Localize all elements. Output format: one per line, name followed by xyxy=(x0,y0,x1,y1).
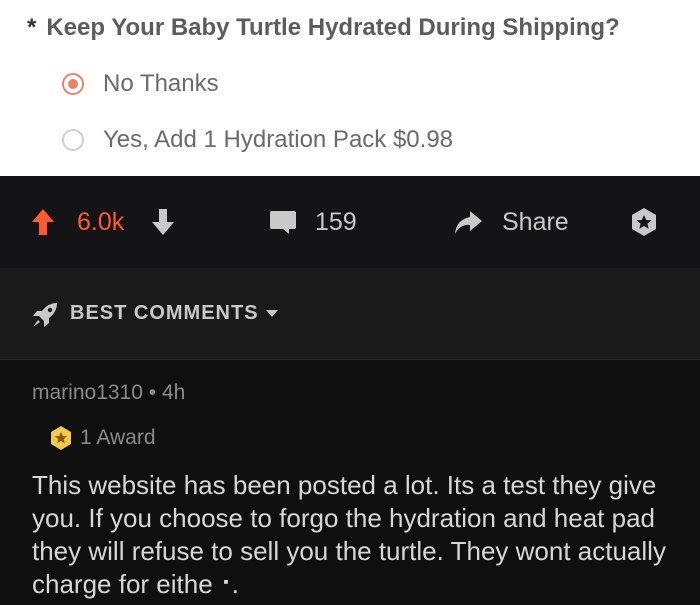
post-action-bar: 6.0k 159 Share xyxy=(0,176,700,268)
downvote-button[interactable] xyxy=(150,204,176,240)
comment-awards[interactable]: 1 Award xyxy=(48,425,156,451)
comment-body: This website has been posted a lot. Its … xyxy=(32,470,666,599)
comments-button[interactable] xyxy=(268,204,298,240)
required-marker: * xyxy=(27,14,37,41)
upvote-button[interactable] xyxy=(30,204,56,240)
radio-selected-icon[interactable] xyxy=(62,73,84,95)
sort-label[interactable]: BEST COMMENTS xyxy=(70,302,259,325)
comment-count: 159 xyxy=(315,208,357,236)
radio-unselected-icon[interactable] xyxy=(62,129,84,151)
share-button[interactable] xyxy=(452,204,484,240)
upvote-arrow-icon xyxy=(32,209,54,235)
option-add-hydration-pack[interactable]: Yes, Add 1 Hydration Pack $0.98 xyxy=(62,126,453,154)
award-badge-icon xyxy=(51,426,71,450)
option-label: Yes, Add 1 Hydration Pack $0.98 xyxy=(103,126,454,153)
downvote-arrow-icon xyxy=(152,209,174,235)
meta-separator: • xyxy=(148,381,157,404)
award-star-icon xyxy=(632,208,656,236)
comment-sort-bar[interactable]: BEST COMMENTS xyxy=(0,268,700,360)
comment-username[interactable]: marino1310 xyxy=(32,381,143,404)
chevron-down-icon xyxy=(266,310,278,317)
comment-age: 4h xyxy=(161,381,186,404)
comment-bubble-icon xyxy=(270,211,296,234)
question-title: * Keep Your Baby Turtle Hydrated During S… xyxy=(27,14,620,42)
question-text: Keep Your Baby Turtle Hydrated During Sh… xyxy=(46,14,620,41)
share-label[interactable]: Share xyxy=(502,204,569,240)
give-award-button[interactable] xyxy=(628,204,660,240)
option-label: No Thanks xyxy=(103,70,219,97)
shipping-options-form: * Keep Your Baby Turtle Hydrated During S… xyxy=(0,0,700,176)
comment-meta: marino1310 • 4h xyxy=(32,381,185,405)
comment: marino1310 • 4h 1 Award This website has… xyxy=(0,361,700,605)
rocket-icon xyxy=(33,303,57,327)
option-no-thanks[interactable]: No Thanks xyxy=(62,70,219,98)
award-label: 1 Award xyxy=(80,426,156,449)
vote-count: 6.0k xyxy=(77,208,125,236)
share-arrow-icon xyxy=(455,211,482,234)
